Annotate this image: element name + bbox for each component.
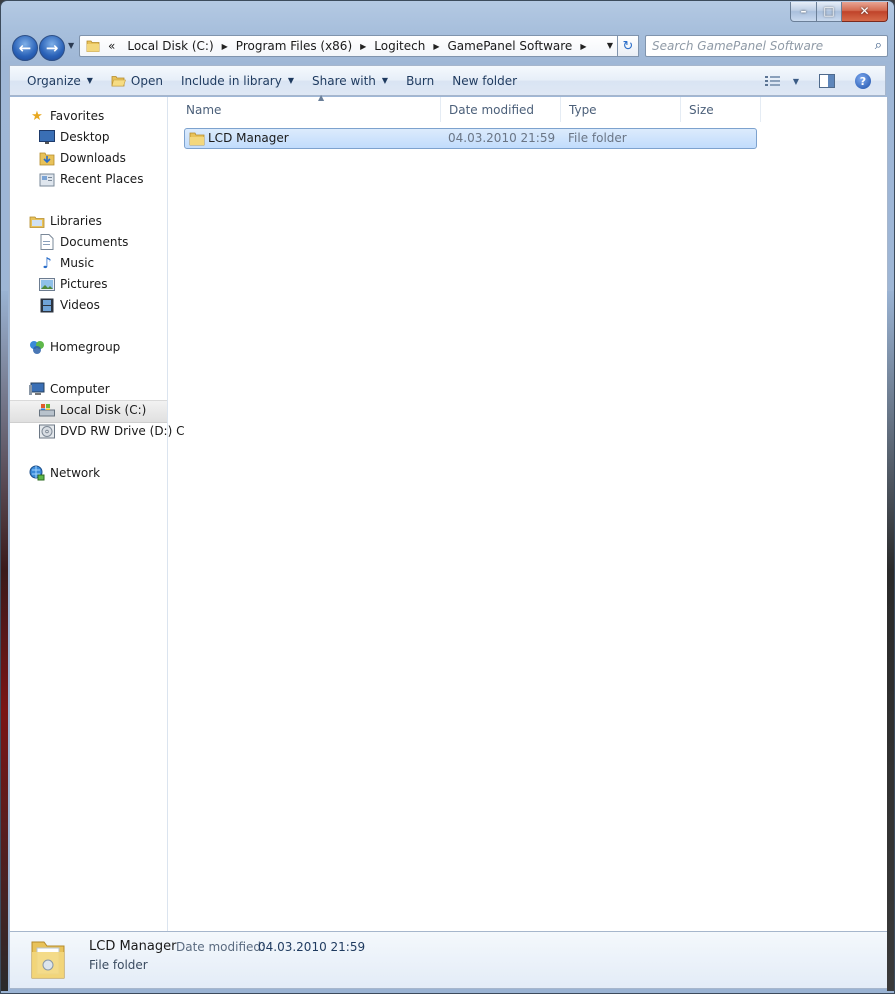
forward-arrow-icon: → [45, 39, 59, 57]
details-file-name: LCD Manager [89, 939, 177, 954]
star-icon: ★ [31, 108, 43, 124]
nav-pictures[interactable]: Pictures [39, 274, 108, 294]
large-folder-icon [31, 941, 65, 979]
nav-libraries[interactable]: Libraries [29, 211, 102, 231]
preview-pane-icon [819, 74, 835, 88]
details-file-type: File folder [89, 958, 148, 972]
nav-dvd-drive[interactable]: DVD RW Drive (D:) C [39, 421, 184, 441]
close-button[interactable]: ✕ [842, 2, 888, 22]
column-header-size[interactable]: Size [681, 97, 761, 122]
maximize-button[interactable]: □ [817, 2, 842, 22]
nav-network[interactable]: Network [29, 463, 100, 483]
file-row[interactable]: LCD Manager 04.03.2010 21:59 File folder [184, 128, 757, 149]
nav-desktop[interactable]: Desktop [39, 127, 110, 147]
file-name: LCD Manager [208, 131, 289, 145]
share-with-menu[interactable]: Share with ▼ [303, 70, 397, 92]
open-folder-icon [111, 75, 126, 86]
computer-icon [29, 381, 45, 397]
details-pane: LCD Manager Date modified: 04.03.2010 21… [9, 931, 888, 989]
videos-filmstrip-icon [39, 297, 55, 313]
forward-button[interactable]: → [39, 35, 65, 61]
nav-documents[interactable]: Documents [39, 232, 128, 252]
view-options-dropdown[interactable]: ▼ [787, 70, 805, 92]
back-button[interactable]: ← [12, 35, 38, 61]
breadcrumb-local-disk[interactable]: Local Disk (C:) [121, 39, 219, 53]
file-date-modified: 04.03.2010 21:59 [448, 131, 556, 145]
nav-downloads[interactable]: Downloads [39, 148, 126, 168]
music-note-icon: ♪ [42, 254, 52, 272]
network-icon [29, 465, 45, 481]
breadcrumb-program-files[interactable]: Program Files (x86) [230, 39, 358, 53]
search-icon[interactable]: ⌕ [875, 38, 882, 53]
dvd-drive-icon [39, 423, 55, 439]
column-header-type[interactable]: Type [561, 97, 681, 122]
nav-music[interactable]: ♪ Music [39, 253, 94, 273]
preview-pane-button[interactable] [813, 70, 841, 92]
documents-icon [39, 234, 55, 250]
explorer-window: – □ ✕ ← → ▼ « Local Disk (C:) ▶ Program … [0, 0, 895, 994]
folder-icon [189, 132, 205, 146]
nav-favorites[interactable]: ★ Favorites [29, 106, 104, 126]
chevron-down-icon: ▼ [287, 76, 294, 85]
burn-button[interactable]: Burn [397, 70, 443, 92]
column-header-date-modified[interactable]: Date modified [441, 97, 561, 122]
help-icon: ? [855, 73, 871, 89]
chevron-right-icon[interactable]: ▶ [358, 42, 368, 51]
chevron-right-icon[interactable]: ▶ [220, 42, 230, 51]
column-header-name[interactable]: Name ▲ [178, 93, 441, 122]
back-arrow-icon: ← [18, 39, 32, 57]
file-type: File folder [568, 131, 627, 145]
homegroup-icon [29, 339, 45, 355]
address-history-dropdown[interactable]: ▼ [607, 41, 613, 50]
refresh-icon: ↻ [622, 38, 634, 54]
navigation-bar: ← → ▼ « Local Disk (C:) ▶ Program Files … [9, 33, 888, 61]
breadcrumb-logitech[interactable]: Logitech [368, 39, 431, 53]
sort-ascending-icon: ▲ [318, 93, 325, 102]
search-box[interactable]: ⌕ [645, 35, 888, 57]
details-date-label: Date modified: [176, 940, 266, 954]
details-view-icon [765, 76, 780, 86]
downloads-folder-icon [39, 150, 55, 166]
open-button[interactable]: Open [102, 70, 172, 92]
chevron-right-icon[interactable]: ▶ [578, 42, 588, 51]
recent-pages-dropdown[interactable]: ▼ [68, 41, 74, 50]
search-input[interactable] [652, 38, 857, 54]
file-list: Name ▲ Date modified Type Size LCD Manag… [168, 93, 887, 931]
nav-recent-places[interactable]: Recent Places [39, 169, 143, 189]
change-view-button[interactable] [759, 70, 787, 92]
new-folder-button[interactable]: New folder [443, 70, 526, 92]
help-button[interactable]: ? [849, 70, 877, 92]
breadcrumb-overflow[interactable]: « [102, 39, 121, 53]
navigation-pane: ★ Favorites Desktop Downloads Recent Pla… [10, 97, 184, 931]
folder-icon [86, 40, 100, 52]
nav-homegroup[interactable]: Homegroup [29, 337, 120, 357]
minimize-button[interactable]: – [790, 2, 817, 22]
recent-places-icon [39, 171, 55, 187]
chevron-down-icon: ▼ [86, 76, 93, 85]
include-in-library-menu[interactable]: Include in library ▼ [172, 70, 303, 92]
libraries-icon [29, 213, 45, 229]
command-bar: Organize ▼ Open Include in library ▼ Share… [9, 65, 886, 96]
local-disk-icon [39, 402, 55, 418]
organize-menu[interactable]: Organize ▼ [10, 70, 102, 92]
nav-local-disk[interactable]: Local Disk (C:) [39, 400, 146, 420]
nav-videos[interactable]: Videos [39, 295, 100, 315]
details-date-value: 04.03.2010 21:59 [258, 940, 366, 954]
nav-computer[interactable]: Computer [29, 379, 110, 399]
caption-buttons: – □ ✕ [790, 2, 888, 22]
pictures-icon [39, 276, 55, 292]
main-content: ★ Favorites Desktop Downloads Recent Pla… [9, 93, 888, 931]
view-controls: ▼ ? [759, 70, 877, 92]
breadcrumb-gamepanel[interactable]: GamePanel Software [442, 39, 579, 53]
chevron-right-icon[interactable]: ▶ [431, 42, 441, 51]
breadcrumb: « Local Disk (C:) ▶ Program Files (x86) … [102, 36, 588, 56]
refresh-button[interactable]: ↻ [617, 35, 639, 57]
desktop-icon [39, 129, 55, 145]
address-bar[interactable]: « Local Disk (C:) ▶ Program Files (x86) … [79, 35, 638, 57]
chevron-down-icon: ▼ [381, 76, 389, 85]
